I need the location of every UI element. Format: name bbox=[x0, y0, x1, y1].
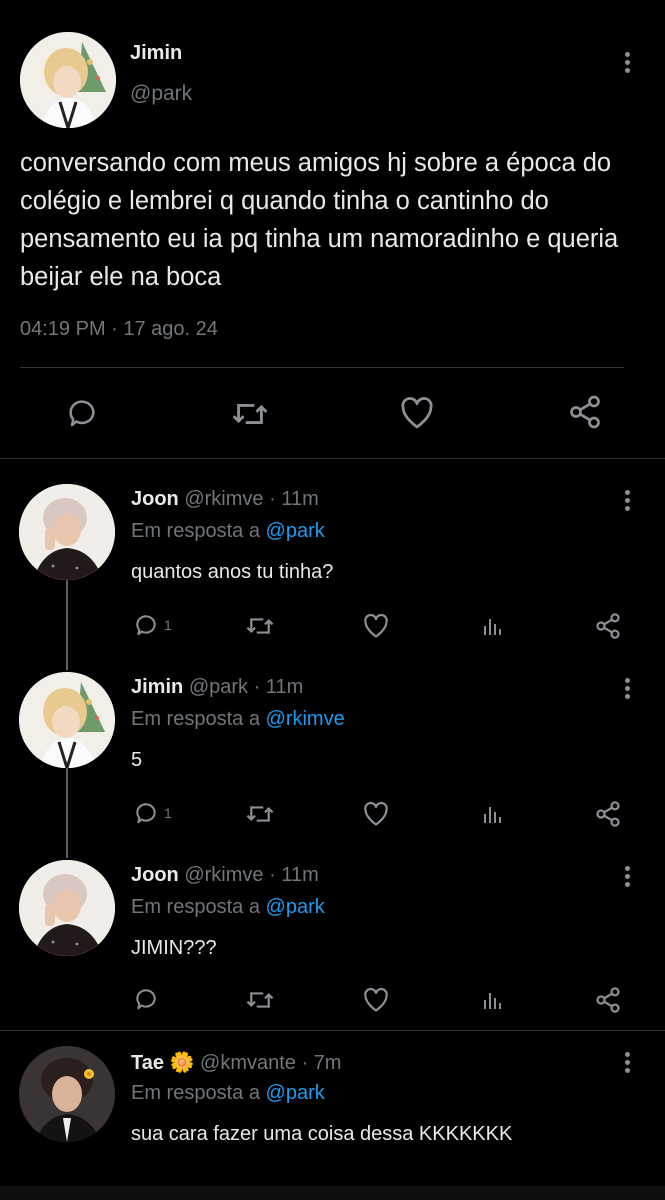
avatar-tae-image bbox=[19, 1046, 115, 1142]
reply-context: Em resposta a @park bbox=[131, 520, 325, 543]
reply-icon[interactable] bbox=[133, 800, 159, 826]
reply-header: Jimin @park · 11m bbox=[131, 676, 303, 699]
author-handle[interactable]: @park bbox=[130, 82, 192, 106]
avatar-joon-image bbox=[19, 484, 115, 580]
author-name[interactable]: Jimin bbox=[130, 42, 182, 65]
avatar-joon[interactable] bbox=[19, 860, 115, 956]
retweet-icon[interactable] bbox=[244, 988, 276, 1012]
analytics-icon[interactable] bbox=[481, 614, 505, 638]
reply-text: 5 bbox=[131, 749, 143, 771]
more-options-icon[interactable] bbox=[624, 490, 632, 514]
thread-line bbox=[66, 766, 68, 858]
reply-time: · 7m bbox=[301, 1052, 342, 1074]
share-icon[interactable] bbox=[594, 612, 622, 640]
avatar-joon-image bbox=[19, 860, 115, 956]
thread-line bbox=[66, 578, 68, 670]
author-handle[interactable]: @park bbox=[189, 676, 248, 698]
author-name[interactable]: Joon bbox=[131, 864, 179, 886]
reply-count: 1 bbox=[164, 805, 172, 821]
reply-header: Joon @rkimve · 11m bbox=[131, 488, 319, 511]
retweet-icon[interactable] bbox=[230, 398, 270, 430]
reply-prefix: Em resposta a bbox=[131, 1082, 260, 1104]
retweet-icon[interactable] bbox=[244, 802, 276, 826]
reply-to-link[interactable]: @park bbox=[266, 520, 325, 542]
analytics-icon[interactable] bbox=[481, 802, 505, 826]
reply-icon[interactable] bbox=[64, 396, 100, 430]
like-icon[interactable] bbox=[362, 613, 390, 639]
avatar-jimin-image bbox=[20, 32, 116, 128]
sunflower-emoji: 🌼 bbox=[169, 1052, 195, 1074]
author-name[interactable]: Tae bbox=[131, 1052, 164, 1074]
tweet-timestamp: 04:19 PM · 17 ago. 24 bbox=[20, 318, 218, 340]
more-options-icon[interactable] bbox=[624, 52, 632, 76]
reply-context: Em resposta a @park bbox=[131, 896, 325, 919]
reply-to-link[interactable]: @rkimve bbox=[266, 708, 345, 730]
reply-text: JIMIN??? bbox=[131, 937, 217, 959]
avatar-jimin-image bbox=[19, 672, 115, 768]
reply-time: · 11m bbox=[269, 488, 319, 510]
avatar-jimin[interactable] bbox=[20, 32, 116, 128]
author-handle[interactable]: @rkimve bbox=[184, 864, 263, 886]
reply-header: Tae 🌼 @kmvante · 7m bbox=[131, 1050, 341, 1075]
reply-to-link[interactable]: @park bbox=[266, 896, 325, 918]
reply-context: Em resposta a @rkimve bbox=[131, 708, 345, 731]
reply-prefix: Em resposta a bbox=[131, 896, 260, 918]
share-icon[interactable] bbox=[594, 800, 622, 828]
divider bbox=[0, 458, 665, 459]
author-handle[interactable]: @rkimve bbox=[184, 488, 263, 510]
reply-icon[interactable] bbox=[133, 986, 159, 1012]
share-icon[interactable] bbox=[566, 394, 604, 430]
more-options-icon[interactable] bbox=[624, 1052, 632, 1076]
reply-count: 1 bbox=[164, 617, 172, 633]
author-handle[interactable]: @kmvante bbox=[200, 1052, 296, 1074]
author-name[interactable]: Joon bbox=[131, 488, 179, 510]
divider bbox=[0, 1030, 665, 1031]
reply-text: sua cara fazer uma coisa dessa KKKKKKK bbox=[131, 1123, 513, 1145]
avatar-joon[interactable] bbox=[19, 484, 115, 580]
reply-prefix: Em resposta a bbox=[131, 520, 260, 542]
share-icon[interactable] bbox=[594, 986, 622, 1014]
analytics-icon[interactable] bbox=[481, 988, 505, 1012]
avatar-jimin[interactable] bbox=[19, 672, 115, 768]
reply-prefix: Em resposta a bbox=[131, 708, 260, 730]
reply-to-link[interactable]: @park bbox=[266, 1082, 325, 1104]
reply-time: · 11m bbox=[269, 864, 319, 886]
divider bbox=[20, 367, 624, 368]
avatar-tae[interactable] bbox=[19, 1046, 115, 1142]
like-icon[interactable] bbox=[398, 396, 436, 430]
reply-context: Em resposta a @park bbox=[131, 1082, 325, 1105]
reply-icon[interactable] bbox=[133, 612, 159, 638]
more-options-icon[interactable] bbox=[624, 678, 632, 702]
author-name[interactable]: Jimin bbox=[131, 676, 183, 698]
reply-text: quantos anos tu tinha? bbox=[131, 561, 334, 583]
like-icon[interactable] bbox=[362, 987, 390, 1013]
more-options-icon[interactable] bbox=[624, 866, 632, 890]
reply-time: · 11m bbox=[253, 676, 304, 698]
like-icon[interactable] bbox=[362, 801, 390, 827]
bottom-bar bbox=[0, 1186, 665, 1200]
retweet-icon[interactable] bbox=[244, 614, 276, 638]
reply-header: Joon @rkimve · 11m bbox=[131, 864, 319, 887]
tweet-text: conversando com meus amigos hj sobre a é… bbox=[20, 149, 619, 291]
